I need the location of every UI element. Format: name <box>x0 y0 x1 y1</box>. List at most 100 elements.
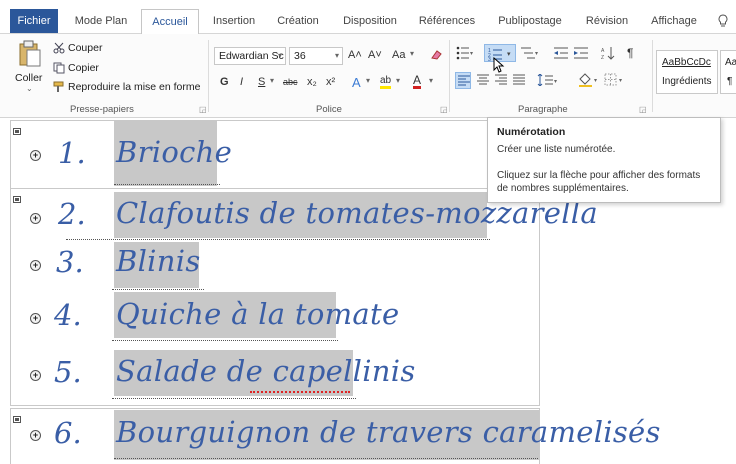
collapsed-underline <box>112 398 356 399</box>
clipboard-launcher-icon[interactable]: ◲ <box>199 105 207 114</box>
justify-icon[interactable] <box>513 74 525 86</box>
list-number: 2. <box>58 197 86 231</box>
shading-icon[interactable]: ▾ <box>578 73 600 87</box>
line-spacing-icon[interactable]: ▾ <box>537 74 559 86</box>
svg-text:Z: Z <box>601 55 604 60</box>
expand-icon[interactable]: + <box>30 313 41 324</box>
mouse-cursor-icon <box>493 57 505 73</box>
chevron-down-icon[interactable]: ▾ <box>410 49 414 58</box>
style-sample: AaBbCcDc <box>662 57 711 68</box>
paste-button[interactable]: Coller <box>15 72 42 84</box>
paste-icon[interactable] <box>18 40 42 68</box>
cut-button[interactable]: Couper <box>68 42 102 54</box>
lightbulb-icon[interactable] <box>717 14 729 28</box>
style-name: Ingrédients <box>662 76 712 87</box>
change-case-button[interactable]: Aa <box>392 49 405 61</box>
font-size-dropdown[interactable]: 36 ▾ <box>289 47 343 65</box>
style-ingredients[interactable]: AaBbCcDc Ingrédients <box>656 50 718 94</box>
paragraph-launcher-icon[interactable]: ◲ <box>639 105 647 114</box>
list-number: 4. <box>54 298 82 332</box>
tab-revision[interactable]: Révision <box>578 10 636 34</box>
expand-icon[interactable]: + <box>30 370 41 381</box>
tab-disposition[interactable]: Disposition <box>336 10 404 34</box>
align-left-button[interactable] <box>455 72 471 89</box>
italic-button[interactable]: I <box>240 76 243 88</box>
copy-button[interactable]: Copier <box>68 62 99 74</box>
chevron-down-icon[interactable]: ▾ <box>429 76 433 85</box>
copy-icon[interactable] <box>53 62 65 74</box>
svg-text:▾: ▾ <box>619 78 622 84</box>
strikethrough-button[interactable]: abc <box>283 77 298 87</box>
align-center-icon[interactable] <box>477 74 489 86</box>
tab-creation[interactable]: Création <box>270 10 326 34</box>
expand-icon[interactable]: + <box>30 150 41 161</box>
group-divider <box>449 40 450 112</box>
font-name-dropdown[interactable]: Edwardian Sc ▾ <box>214 47 286 65</box>
section-handle-icon[interactable] <box>13 128 21 135</box>
subscript-button[interactable]: x₂ <box>307 76 317 88</box>
group-divider <box>652 40 653 112</box>
ribbon-tab-bar: Fichier Mode Plan Accueil Insertion Créa… <box>0 0 736 35</box>
list-number: 1. <box>58 136 86 170</box>
collapsed-underline <box>66 239 490 240</box>
recipe-title[interactable]: Brioche <box>116 135 232 169</box>
increase-indent-icon[interactable] <box>573 46 589 60</box>
svg-text:▾: ▾ <box>594 78 597 84</box>
format-painter-icon[interactable] <box>53 81 66 93</box>
section-handle-icon[interactable] <box>13 196 21 203</box>
scissors-icon[interactable] <box>53 42 65 54</box>
tab-insertion[interactable]: Insertion <box>205 10 263 34</box>
tab-publipostage[interactable]: Publipostage <box>490 10 570 34</box>
recipe-title[interactable]: Bourguignon de travers caramelisés <box>116 415 661 449</box>
font-color-button[interactable]: A <box>413 74 422 89</box>
sort-icon[interactable]: AZ <box>601 46 615 60</box>
tooltip-hint-line-1: Cliquez sur la flèche pour afficher des … <box>497 170 701 181</box>
expand-icon[interactable]: + <box>30 260 41 271</box>
align-left-icon <box>458 75 470 86</box>
font-launcher-icon[interactable]: ◲ <box>440 105 448 114</box>
tab-accueil[interactable]: Accueil <box>141 9 199 35</box>
svg-text:▾: ▾ <box>507 51 511 58</box>
collapsed-underline <box>114 184 220 185</box>
svg-text:3: 3 <box>488 57 491 61</box>
text-effects-button[interactable]: A <box>352 75 361 90</box>
chevron-down-icon[interactable]: ▾ <box>270 76 274 85</box>
svg-text:▾: ▾ <box>535 51 538 57</box>
recipe-title[interactable]: Salade de capellinis <box>116 354 416 388</box>
decrease-indent-icon[interactable] <box>553 46 569 60</box>
shrink-font-button[interactable]: A˅ <box>368 49 382 61</box>
expand-icon[interactable]: + <box>30 430 41 441</box>
expand-icon[interactable]: + <box>30 213 41 224</box>
chevron-down-icon[interactable]: ▾ <box>366 76 370 85</box>
align-right-icon[interactable] <box>495 74 507 86</box>
chevron-down-icon[interactable]: ▾ <box>396 76 400 85</box>
show-marks-button[interactable]: ¶ <box>627 46 633 60</box>
section-handle-icon[interactable] <box>13 416 21 423</box>
chevron-down-icon: ▾ <box>334 51 339 60</box>
ribbon-accueil: Coller ⌄ Couper Copier Reproduire la mis… <box>0 34 736 118</box>
collapsed-underline <box>112 289 204 290</box>
tab-affichage[interactable]: Affichage <box>642 10 706 34</box>
chevron-down-icon: ▾ <box>277 51 282 60</box>
highlight-color-button[interactable]: ab <box>380 75 392 89</box>
style-normal[interactable]: Aa ¶ <box>720 50 736 94</box>
tab-fichier[interactable]: Fichier <box>10 9 58 33</box>
bold-button[interactable]: G <box>220 76 229 88</box>
multilevel-list-icon[interactable]: ▾ <box>520 46 540 60</box>
clear-formatting-icon[interactable] <box>430 49 443 61</box>
tab-mode-plan[interactable]: Mode Plan <box>67 10 135 34</box>
format-painter-button[interactable]: Reproduire la mise en forme <box>68 81 200 93</box>
tab-references[interactable]: Références <box>412 10 482 34</box>
group-divider <box>208 40 209 112</box>
underline-button[interactable]: S <box>258 76 265 88</box>
superscript-button[interactable]: x² <box>326 76 335 88</box>
borders-icon[interactable]: ▾ <box>604 73 626 87</box>
bullets-icon[interactable]: ▾ <box>456 46 474 60</box>
style-name: ¶ <box>727 76 733 87</box>
svg-text:▾: ▾ <box>470 51 473 57</box>
outline-section <box>10 120 540 188</box>
grow-font-button[interactable]: A˄ <box>348 49 362 61</box>
recipe-title[interactable]: Quiche à la tomate <box>116 297 399 331</box>
paste-dropdown-icon[interactable]: ⌄ <box>26 84 33 93</box>
recipe-title[interactable]: Blinis <box>116 244 201 278</box>
